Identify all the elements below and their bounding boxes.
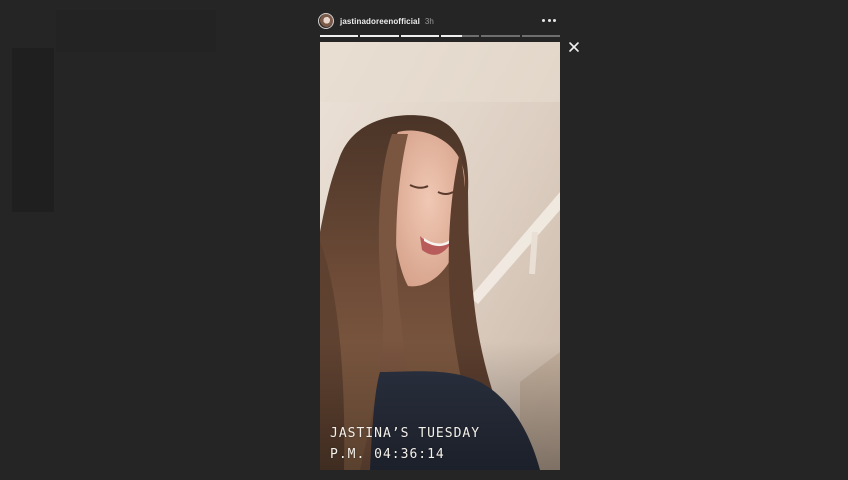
story-progress-segment [521,35,560,37]
background-shadow-strip [56,10,216,52]
avatar[interactable] [318,13,334,29]
story-progress-segment [320,35,359,37]
more-options-button[interactable] [542,14,556,26]
story-viewer: jastinadoreenofficial 3h JASTINA’S TUESD… [0,0,848,480]
story-progress-fill [440,35,463,37]
story-progress-segment [481,35,520,37]
story-progress-fill [320,35,359,37]
close-icon [569,42,579,52]
story-timestamp: 3h [424,16,434,26]
close-button[interactable] [567,40,581,54]
username[interactable]: jastinadoreenofficial [340,17,420,26]
story-progress-fill [400,35,439,37]
story-progress-segment [400,35,439,37]
story-caption-time: P.M. 04:36:14 [330,447,445,462]
story-header: jastinadoreenofficial 3h [318,11,562,31]
story-progress-fill [360,35,399,37]
story-progress-bar [320,35,560,37]
more-horizontal-icon-dot [547,18,551,22]
story-progress-segment [360,35,399,37]
more-horizontal-icon-dot [553,18,556,22]
background-shadow-panel [12,48,54,212]
story-progress-segment [440,35,480,37]
story-caption-title: JASTINA’S TUESDAY [330,426,481,441]
story-photo [320,42,560,470]
story-media[interactable]: JASTINA’S TUESDAY P.M. 04:36:14 [320,42,560,470]
more-horizontal-icon [542,18,545,22]
